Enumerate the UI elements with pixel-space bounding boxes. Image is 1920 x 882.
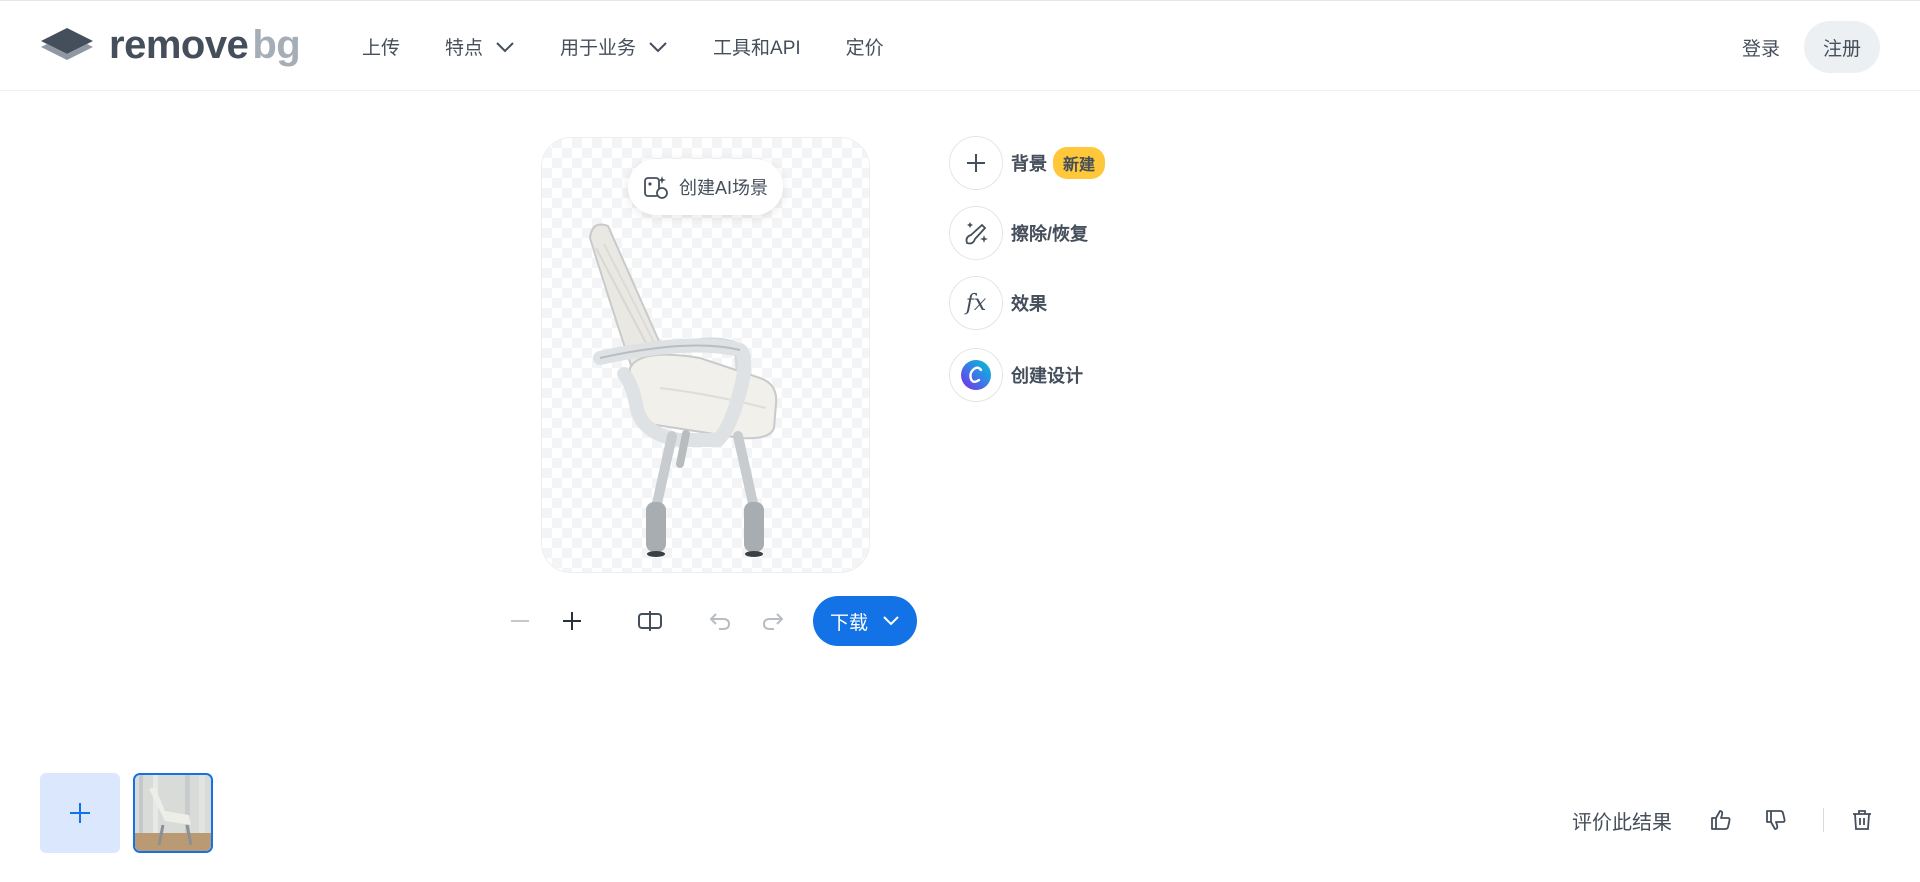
download-button[interactable]: 下载 — [813, 596, 917, 646]
tool-erase-restore-circle[interactable] — [949, 206, 1003, 260]
signup-button[interactable]: 注册 — [1804, 21, 1880, 73]
chair-thumbnail-image — [135, 775, 211, 851]
tool-background[interactable]: 背景 新建 — [949, 136, 1106, 190]
auth-area: 登录 注册 — [1742, 21, 1880, 73]
nav-business[interactable]: 用于业务 — [560, 33, 668, 60]
magic-brush-icon — [965, 222, 988, 245]
nav-upload[interactable]: 上传 — [362, 33, 400, 60]
result-image-card[interactable]: 创建AI场景 — [541, 137, 870, 573]
nav-upload-label: 上传 — [362, 38, 401, 59]
plus-icon — [563, 612, 581, 630]
tool-effects-circle[interactable]: fx — [949, 276, 1003, 330]
tool-erase-restore[interactable]: 擦除/恢复 — [949, 206, 1105, 260]
tool-create-design-label: 创建设计 — [1011, 366, 1083, 386]
tool-background-circle[interactable] — [949, 136, 1003, 190]
edit-tools: 背景 新建 擦除/恢复 fx 效果 创建设计 — [949, 136, 1106, 418]
nav-business-label: 用于业务 — [560, 38, 637, 59]
plus-icon — [967, 154, 985, 172]
undo-icon — [709, 613, 731, 630]
divider — [1823, 808, 1824, 832]
chevron-down-icon — [496, 41, 514, 52]
nav-features[interactable]: 特点 — [445, 33, 515, 60]
main-nav: 上传 特点 用于业务 工具和API 定价 — [362, 1, 929, 92]
nav-pricing[interactable]: 定价 — [846, 33, 884, 60]
top-header: remove bg 上传 特点 用于业务 工具和API 定价 登录 注册 — [0, 0, 1920, 91]
layers-logo-icon — [41, 28, 93, 60]
new-badge: 新建 — [1053, 147, 1106, 179]
logo-text: remove bg — [109, 23, 301, 67]
zoom-out-button[interactable] — [505, 596, 535, 646]
logo-word-remove: remove — [109, 23, 249, 67]
compare-icon — [638, 611, 662, 631]
canva-logo-icon — [961, 360, 991, 390]
trash-icon — [1853, 810, 1871, 830]
nav-tools-api-label: 工具和API — [713, 38, 801, 59]
tool-effects-label: 效果 — [1011, 294, 1047, 314]
chevron-down-icon — [883, 616, 899, 626]
create-ai-scene-label: 创建AI场景 — [678, 178, 768, 198]
thumbs-down-icon — [1766, 810, 1786, 830]
delete-button[interactable] — [1846, 804, 1878, 836]
thumbs-up-button[interactable] — [1705, 804, 1737, 836]
compare-button[interactable] — [635, 596, 665, 646]
redo-button[interactable] — [758, 596, 788, 646]
thumbs-up-icon — [1711, 810, 1731, 830]
rate-result-label: 评价此结果 — [1572, 812, 1672, 834]
chevron-down-icon — [649, 41, 667, 52]
tool-create-design-circle[interactable] — [949, 348, 1003, 402]
image-controls: 下载 — [505, 596, 917, 646]
create-ai-scene-button[interactable]: 创建AI场景 — [628, 159, 783, 215]
redo-icon — [762, 613, 784, 630]
fx-icon: fx — [965, 290, 987, 316]
tool-effects[interactable]: fx 效果 — [949, 276, 1105, 330]
logo-word-bg: bg — [252, 23, 301, 67]
tool-background-label: 背景 — [1011, 154, 1047, 174]
add-image-button[interactable] — [40, 773, 120, 853]
image-thumbnail[interactable] — [133, 773, 213, 853]
nav-features-label: 特点 — [445, 38, 484, 59]
nav-tools-api[interactable]: 工具和API — [713, 33, 801, 60]
chair-cutout-image — [588, 223, 778, 557]
logo[interactable]: remove bg — [39, 23, 301, 67]
ai-scene-icon — [644, 176, 668, 199]
minus-icon — [511, 620, 529, 622]
login-link[interactable]: 登录 — [1742, 34, 1780, 61]
zoom-in-button[interactable] — [557, 596, 587, 646]
plus-icon — [70, 803, 90, 823]
tool-create-design[interactable]: 创建设计 — [949, 348, 1105, 402]
nav-pricing-label: 定价 — [845, 38, 884, 59]
undo-button[interactable] — [705, 596, 735, 646]
download-label: 下载 — [829, 612, 868, 634]
thumbs-down-button[interactable] — [1760, 804, 1792, 836]
tool-erase-restore-label: 擦除/恢复 — [1011, 224, 1089, 244]
